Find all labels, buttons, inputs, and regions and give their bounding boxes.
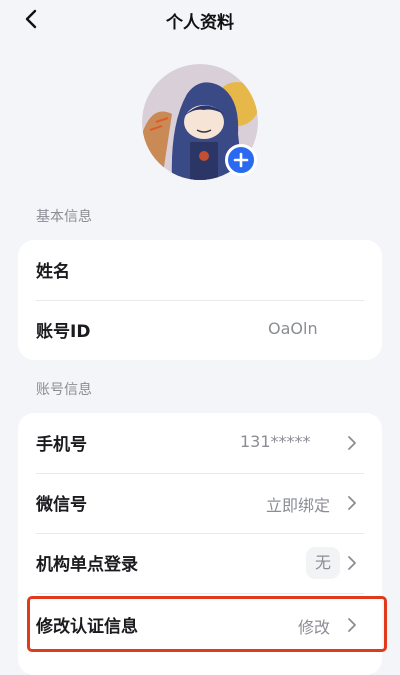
chevron-right-icon [348, 496, 356, 510]
section-label-account: 账号信息 [36, 382, 92, 398]
chevron-right-icon [348, 436, 356, 450]
name-label: 姓名 [36, 262, 70, 282]
chevron-right-icon [348, 556, 356, 570]
account-id-value: OaOln [268, 319, 318, 338]
account-id-label: 账号ID [36, 322, 91, 342]
basic-info-card: 姓名 账号ID OaOln [18, 240, 382, 360]
phone-value: 131***** [240, 432, 311, 451]
sso-row[interactable]: 机构单点登录 无 [18, 533, 382, 593]
top-bar: 个人资料 [0, 0, 400, 40]
sso-label: 机构单点登录 [36, 555, 138, 575]
wechat-value[interactable]: 立即绑定 [266, 492, 330, 516]
plus-icon [233, 152, 249, 168]
avatar-area [142, 64, 258, 180]
divider [36, 593, 364, 594]
wechat-row[interactable]: 微信号 立即绑定 [18, 473, 382, 533]
page-title: 个人资料 [166, 13, 234, 33]
name-row[interactable]: 姓名 [18, 240, 382, 300]
section-label-basic: 基本信息 [36, 209, 92, 225]
highlight-box [27, 596, 387, 652]
phone-label: 手机号 [36, 435, 87, 455]
sso-status-badge: 无 [306, 547, 340, 579]
phone-row[interactable]: 手机号 131***** [18, 413, 382, 473]
wechat-label: 微信号 [36, 495, 87, 515]
add-avatar-button[interactable] [225, 144, 257, 176]
account-id-row[interactable]: 账号ID OaOln [18, 300, 382, 360]
